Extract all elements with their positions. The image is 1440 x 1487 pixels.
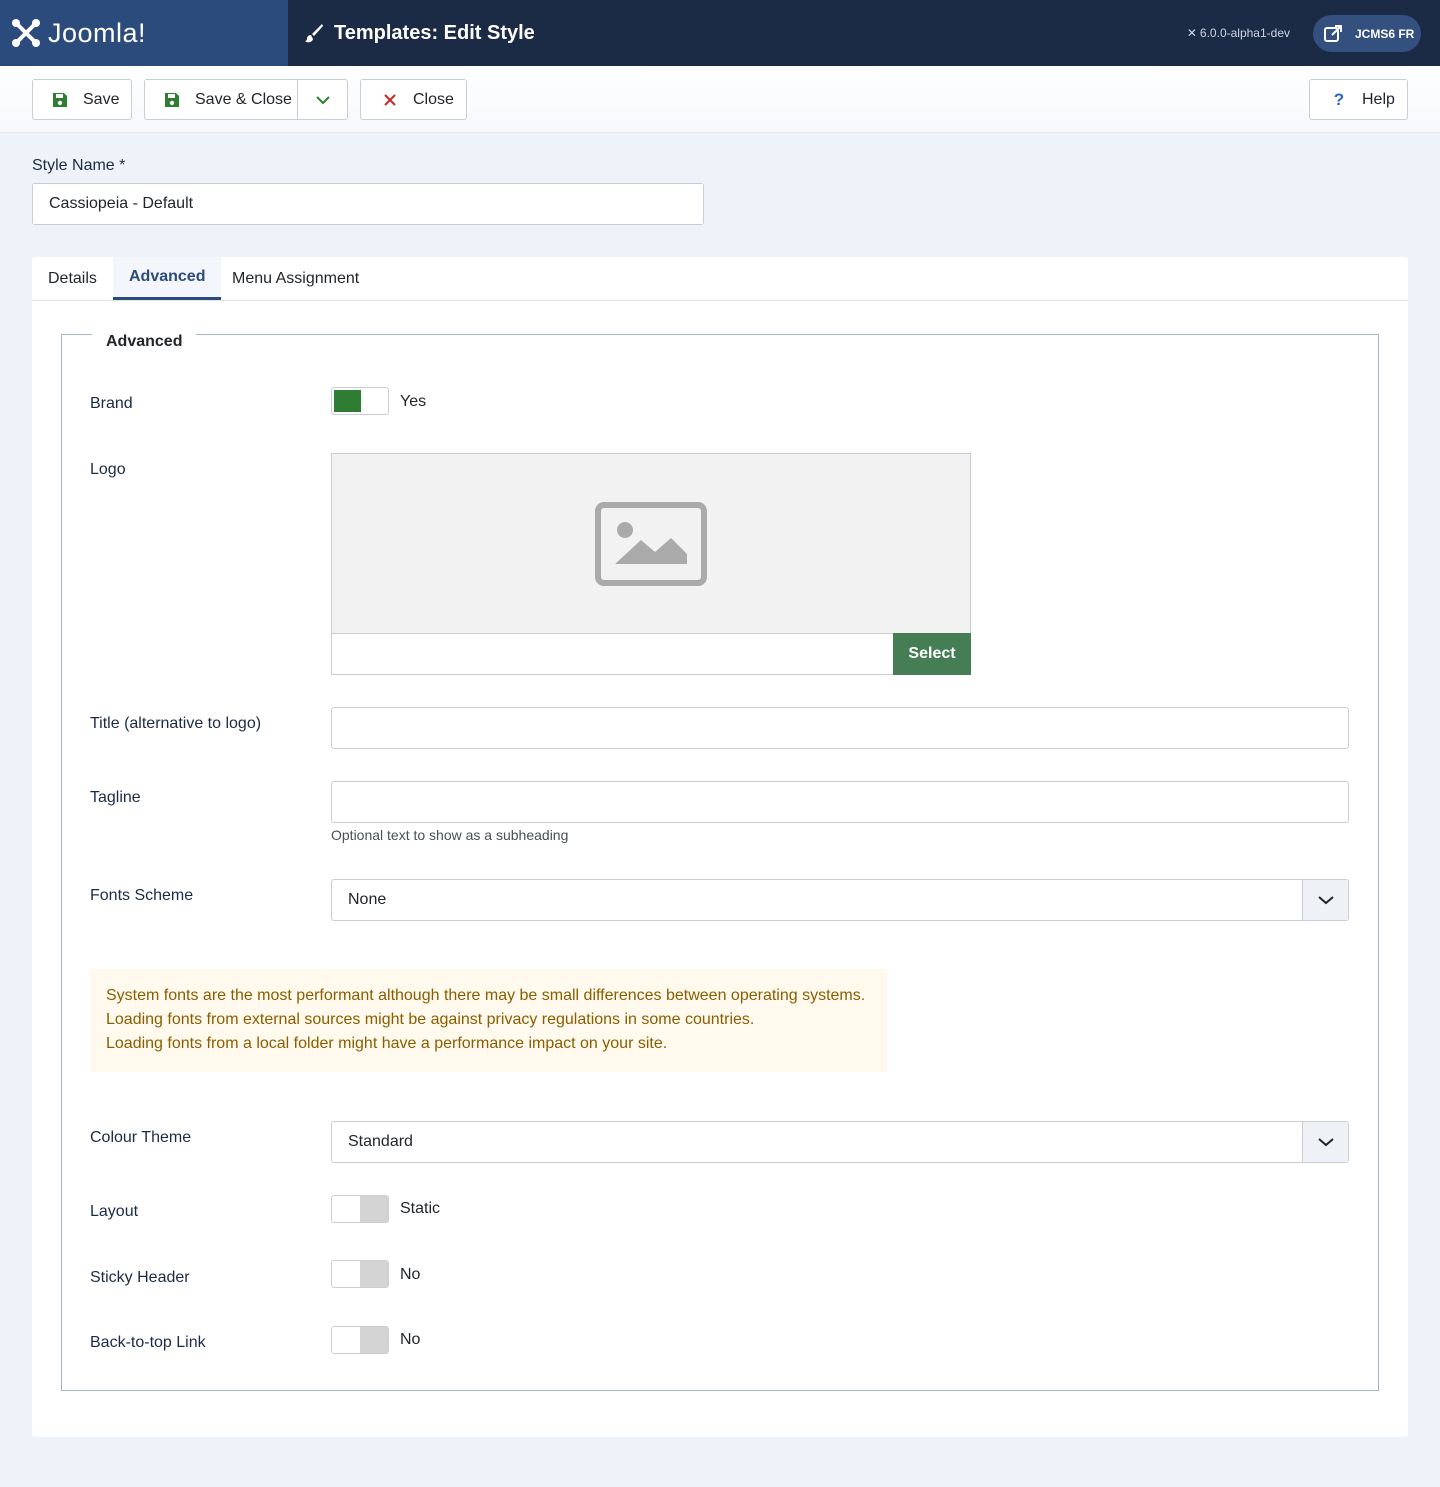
logo-select-button[interactable]: Select (893, 633, 971, 675)
save-label: Save (83, 90, 120, 108)
edit-card: Details Advanced Menu Assignment Advance… (32, 257, 1408, 1437)
logo-preview (331, 453, 971, 634)
title-alt-input[interactable] (331, 707, 1349, 749)
fonts-warning-alert: System fonts are the most performant alt… (90, 969, 887, 1072)
brand-name: Joomla! (48, 17, 147, 48)
colour-theme-select[interactable]: Standard (331, 1121, 1349, 1163)
floppy-disk-icon (163, 91, 181, 109)
joomla-small-icon: ✕ (1186, 26, 1197, 40)
alert-line: Loading fonts from a local folder might … (106, 1035, 668, 1052)
paintbrush-icon (305, 24, 323, 43)
brand-switch[interactable] (331, 387, 389, 415)
sticky-header-label: Sticky Header (90, 1269, 190, 1286)
save-button[interactable]: Save (32, 79, 132, 120)
logo-path-input[interactable] (331, 633, 894, 675)
save-close-button-group: Save & Close (144, 79, 348, 120)
fonts-scheme-value: None (348, 891, 387, 908)
version-text: 6.0.0-alpha1-dev (1199, 26, 1290, 40)
help-button[interactable]: ? Help (1309, 79, 1408, 120)
close-label: Close (413, 90, 454, 108)
brand-value: Yes (400, 393, 427, 410)
style-name-input[interactable] (32, 183, 704, 225)
alert-line: Loading fonts from external sources migh… (106, 1011, 755, 1028)
switch-knob (334, 390, 361, 412)
close-icon (381, 91, 399, 109)
alert-line: System fonts are the most performant alt… (106, 987, 866, 1004)
version-info: ✕ 6.0.0-alpha1-dev (1187, 0, 1290, 66)
tab-advanced[interactable]: Advanced (113, 257, 222, 300)
fonts-scheme-select[interactable]: None (331, 879, 1349, 921)
sticky-header-switch[interactable] (331, 1260, 389, 1288)
save-close-label: Save & Close (195, 90, 292, 108)
title-alt-label: Title (alternative to logo) (90, 715, 262, 732)
tab-menu-assignment[interactable]: Menu Assignment (216, 257, 375, 301)
switch-knob (360, 1261, 388, 1287)
tab-list: Details Advanced Menu Assignment (32, 257, 1408, 301)
external-link-icon (1324, 24, 1342, 42)
floppy-disk-icon (51, 91, 69, 109)
back-to-top-switch[interactable] (331, 1326, 389, 1354)
save-close-button[interactable]: Save & Close (145, 80, 299, 119)
chevron-down-icon (1302, 1122, 1348, 1162)
brand-label: Brand (90, 395, 133, 412)
layout-switch[interactable] (331, 1195, 389, 1223)
close-button[interactable]: Close (360, 79, 467, 120)
question-icon: ? (1333, 89, 1345, 109)
tagline-label: Tagline (90, 789, 141, 806)
top-header: Joomla! Templates: Edit Style ✕ 6.0.0-al… (0, 0, 1440, 66)
tagline-input[interactable] (331, 781, 1349, 823)
save-dropdown-toggle[interactable] (298, 80, 347, 119)
layout-value: Static (400, 1200, 441, 1217)
style-name-label: Style Name * (32, 157, 126, 174)
site-name: JCMS6 FR (1355, 26, 1415, 41)
chevron-down-icon (315, 95, 330, 104)
back-to-top-value: No (400, 1331, 421, 1348)
tagline-hint: Optional text to show as a subheading (331, 827, 569, 843)
logo-label: Logo (90, 461, 126, 478)
colour-theme-label: Colour Theme (90, 1129, 192, 1146)
tab-details[interactable]: Details (32, 257, 113, 301)
colour-theme-value: Standard (348, 1133, 413, 1150)
chevron-down-icon (1302, 880, 1348, 920)
back-to-top-label: Back-to-top Link (90, 1334, 206, 1351)
fieldset-legend: Advanced (92, 333, 197, 351)
page-title-text: Templates: Edit Style (334, 21, 535, 44)
fonts-scheme-label: Fonts Scheme (90, 887, 194, 904)
image-placeholder-icon (595, 502, 707, 586)
sticky-header-value: No (400, 1266, 421, 1283)
joomla-icon (12, 19, 40, 47)
toolbar: Save Save & Close Close ? Help (0, 66, 1440, 133)
page-title: Templates: Edit Style (304, 0, 535, 66)
joomla-logo[interactable]: Joomla! (0, 0, 288, 66)
switch-knob (360, 1327, 388, 1353)
help-label: Help (1362, 90, 1395, 108)
layout-label: Layout (90, 1203, 139, 1220)
switch-knob (360, 1196, 388, 1222)
view-site-button[interactable]: JCMS6 FR (1313, 15, 1421, 52)
